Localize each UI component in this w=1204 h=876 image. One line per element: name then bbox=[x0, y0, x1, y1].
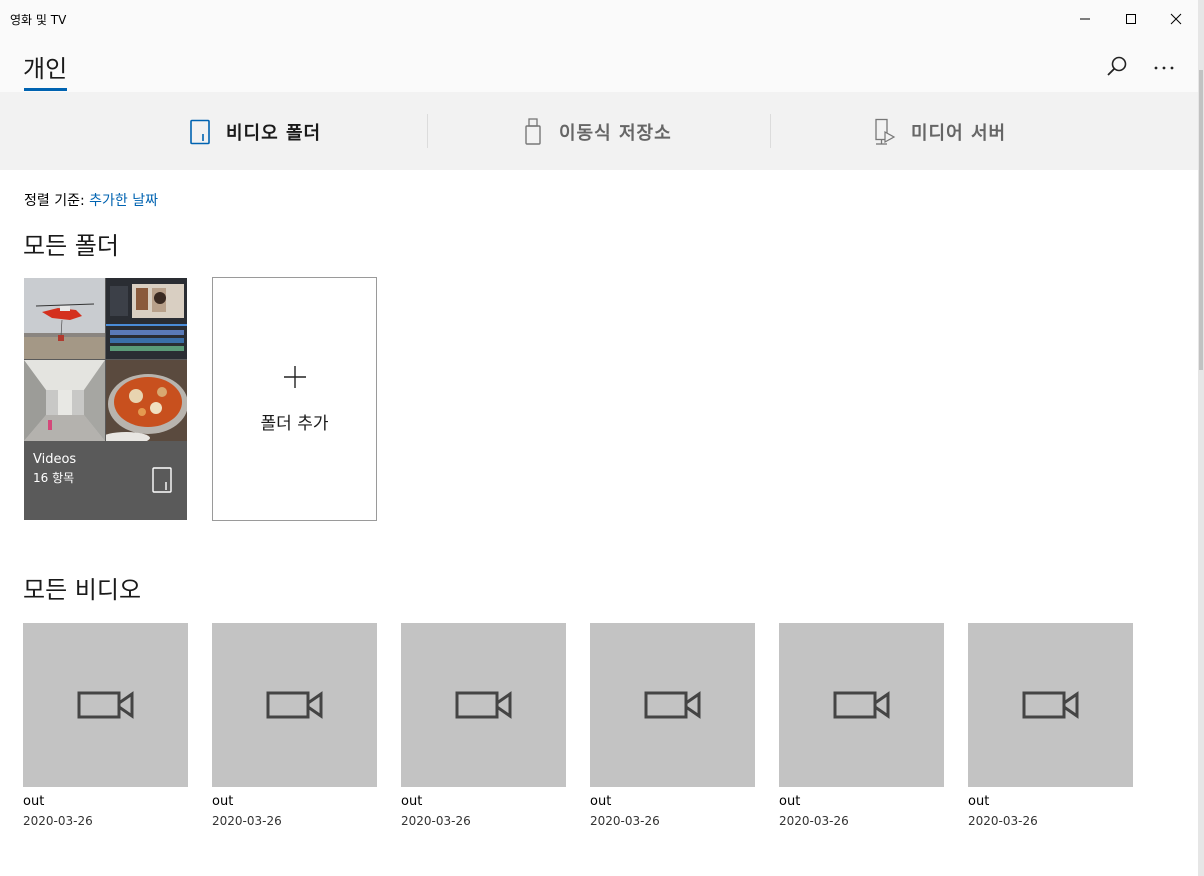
close-icon bbox=[1170, 13, 1182, 25]
video-date: 2020-03-26 bbox=[401, 814, 471, 828]
header-bar bbox=[0, 40, 1204, 92]
section-title-folders: 모든 폴더 bbox=[23, 232, 119, 260]
video-camera-icon bbox=[644, 691, 700, 719]
video-date: 2020-03-26 bbox=[212, 814, 282, 828]
video-date: 2020-03-26 bbox=[23, 814, 93, 828]
maximize-button[interactable] bbox=[1108, 0, 1154, 38]
video-title: out bbox=[212, 794, 234, 809]
video-thumbnail[interactable] bbox=[779, 623, 944, 787]
tab-video-folder[interactable]: 비디오 폴더 bbox=[188, 112, 321, 152]
scrollbar-thumb[interactable] bbox=[1199, 70, 1203, 370]
tab-divider bbox=[427, 114, 428, 148]
video-thumbnail[interactable] bbox=[212, 623, 377, 787]
video-thumbnail[interactable] bbox=[401, 623, 566, 787]
section-title-videos: 모든 비디오 bbox=[23, 576, 142, 604]
video-camera-icon bbox=[833, 691, 889, 719]
video-card[interactable]: out 2020-03-26 bbox=[968, 623, 1133, 828]
video-camera-icon bbox=[1022, 691, 1078, 719]
video-card[interactable]: out 2020-03-26 bbox=[23, 623, 188, 828]
tab-removable-storage[interactable]: 이동식 저장소 bbox=[521, 112, 672, 152]
page-title-underline bbox=[24, 88, 67, 91]
video-card[interactable]: out 2020-03-26 bbox=[401, 623, 566, 828]
more-button[interactable] bbox=[1151, 54, 1177, 80]
video-date: 2020-03-26 bbox=[968, 814, 1038, 828]
video-camera-icon bbox=[455, 691, 511, 719]
thumbnail-editing-screen bbox=[106, 278, 187, 359]
app-title: 영화 및 TV bbox=[10, 13, 67, 27]
tab-label: 이동식 저장소 bbox=[559, 123, 672, 144]
video-date: 2020-03-26 bbox=[779, 814, 849, 828]
title-bar: 영화 및 TV bbox=[0, 0, 1204, 40]
sort-control[interactable]: 정렬 기준: 추가한 날짜 bbox=[24, 190, 158, 210]
add-folder-button[interactable]: 폴더 추가 bbox=[212, 277, 377, 521]
close-button[interactable] bbox=[1153, 0, 1199, 38]
video-thumbnail[interactable] bbox=[23, 623, 188, 787]
sort-value[interactable]: 추가한 날짜 bbox=[89, 193, 158, 209]
add-folder-label: 폴더 추가 bbox=[260, 414, 329, 434]
video-camera-icon bbox=[266, 691, 322, 719]
folder-item-count: 16 항목 bbox=[33, 471, 75, 485]
video-card[interactable]: out 2020-03-26 bbox=[590, 623, 755, 828]
video-card[interactable]: out 2020-03-26 bbox=[779, 623, 944, 828]
media-server-icon bbox=[873, 118, 897, 146]
page-title[interactable]: 개인 bbox=[23, 49, 67, 84]
search-icon bbox=[1107, 56, 1127, 76]
video-folder-icon bbox=[188, 118, 212, 146]
folder-name: Videos bbox=[33, 452, 77, 467]
folder-tile-videos[interactable]: Videos 16 항목 bbox=[24, 278, 187, 520]
usb-drive-icon bbox=[521, 118, 545, 146]
folder-thumbnails bbox=[24, 278, 187, 442]
plus-icon bbox=[284, 366, 306, 388]
video-title: out bbox=[968, 794, 990, 809]
video-title: out bbox=[401, 794, 423, 809]
minimize-button[interactable] bbox=[1062, 0, 1108, 38]
tab-divider bbox=[770, 114, 771, 148]
maximize-icon bbox=[1126, 14, 1136, 24]
thumbnail-food bbox=[106, 360, 187, 441]
video-camera-icon bbox=[77, 691, 133, 719]
video-thumbnail[interactable] bbox=[590, 623, 755, 787]
video-date: 2020-03-26 bbox=[590, 814, 660, 828]
tab-label: 미디어 서버 bbox=[911, 123, 1007, 144]
video-folder-icon bbox=[152, 467, 172, 493]
video-card[interactable]: out 2020-03-26 bbox=[212, 623, 377, 828]
tab-media-server[interactable]: 미디어 서버 bbox=[873, 112, 1006, 152]
thumbnail-helicopter bbox=[24, 278, 105, 359]
minimize-icon bbox=[1080, 18, 1090, 20]
more-icon bbox=[1154, 66, 1174, 70]
search-button[interactable] bbox=[1104, 54, 1130, 80]
sort-label: 정렬 기준: bbox=[24, 193, 85, 209]
thumbnail-subway bbox=[24, 360, 105, 441]
video-title: out bbox=[23, 794, 45, 809]
video-thumbnail[interactable] bbox=[968, 623, 1133, 787]
tab-label: 비디오 폴더 bbox=[226, 123, 322, 144]
video-title: out bbox=[779, 794, 801, 809]
video-title: out bbox=[590, 794, 612, 809]
